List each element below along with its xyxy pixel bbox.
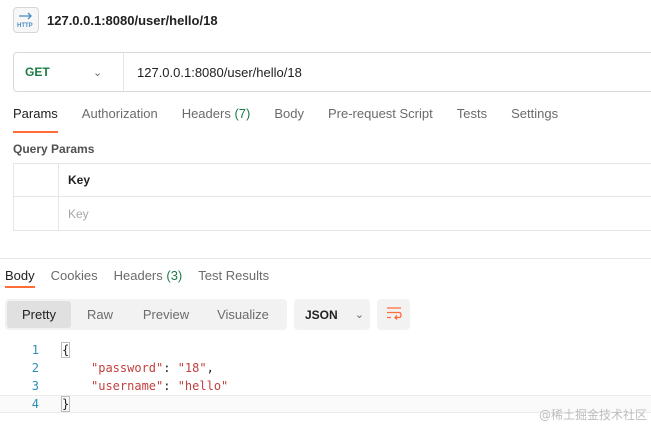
tab-headers-count: (7) — [234, 106, 251, 121]
line-number: 4 — [31, 397, 39, 411]
tab-response-headers-count: (3) — [166, 268, 183, 283]
json-brace: { — [60, 342, 71, 358]
table-row: Key — [14, 197, 651, 230]
tab-response-body[interactable]: Body — [5, 268, 35, 288]
request-tab-title[interactable]: 127.0.0.1:8080/user/hello/18 — [47, 13, 218, 28]
tab-body[interactable]: Body — [274, 106, 304, 130]
svg-text:HTTP: HTTP — [17, 23, 33, 29]
method-label: GET — [25, 65, 50, 79]
key-column-header: Key — [68, 173, 91, 187]
line-number: 1 — [31, 343, 39, 357]
query-params-table: Key Key — [13, 163, 651, 231]
chevron-down-icon: ⌄ — [93, 66, 103, 79]
tab-headers-label: Headers — [181, 106, 231, 121]
checkbox-column-header — [14, 164, 59, 196]
request-tabs: Params Authorization Headers (7) Body Pr… — [13, 106, 582, 133]
url-bar: GET ⌄ 127.0.0.1:8080/user/hello/18 — [13, 52, 651, 92]
tab-authorization[interactable]: Authorization — [82, 106, 158, 130]
tab-pre-request-script[interactable]: Pre-request Script — [328, 106, 433, 130]
view-visualize-button[interactable]: Visualize — [203, 301, 283, 328]
watermark: @稀土掘金技术社区 — [538, 408, 647, 422]
json-brace: } — [60, 396, 71, 412]
code-line: 2 "password": "18", — [0, 359, 651, 377]
request-tab-header: HTTP 127.0.0.1:8080/user/hello/18 — [0, 0, 651, 40]
wrap-lines-button[interactable] — [377, 299, 410, 330]
tab-cookies[interactable]: Cookies — [51, 268, 98, 283]
line-number: 3 — [31, 379, 39, 393]
tab-response-headers[interactable]: Headers (3) — [114, 268, 183, 283]
response-body-editor[interactable]: 1 { 2 "password": "18", 3 "username": "h… — [0, 341, 651, 413]
format-select[interactable]: JSON ⌄ — [294, 299, 370, 330]
tab-tests[interactable]: Tests — [457, 106, 487, 130]
wrap-lines-icon — [386, 306, 402, 323]
json-key: "password" — [91, 361, 164, 375]
code-line: 3 "username": "hello" — [0, 377, 651, 395]
http-icon: HTTP — [13, 7, 39, 33]
view-preview-button[interactable]: Preview — [129, 301, 203, 328]
response-divider — [0, 258, 651, 259]
tab-params[interactable]: Params — [13, 106, 58, 133]
response-tabs: Body Cookies Headers (3) Test Results — [5, 268, 285, 288]
row-checkbox-cell — [14, 197, 59, 230]
chevron-down-icon: ⌄ — [354, 309, 364, 321]
table-header-row: Key — [14, 164, 651, 197]
key-input[interactable]: Key — [59, 197, 89, 230]
method-select[interactable]: GET ⌄ — [14, 53, 124, 91]
json-value: "18" — [177, 361, 207, 375]
view-mode-switcher: Pretty Raw Preview Visualize — [5, 299, 287, 330]
view-pretty-button[interactable]: Pretty — [7, 301, 71, 328]
json-key: "username" — [91, 379, 164, 393]
json-comma: , — [206, 361, 214, 375]
query-params-title: Query Params — [13, 142, 95, 156]
format-label: JSON — [305, 307, 338, 322]
view-raw-button[interactable]: Raw — [71, 301, 129, 328]
line-number: 2 — [31, 361, 39, 375]
json-separator: : — [163, 361, 178, 375]
code-line: 1 { — [0, 341, 651, 359]
tab-test-results[interactable]: Test Results — [198, 268, 269, 283]
json-separator: : — [163, 379, 178, 393]
tab-response-headers-label: Headers — [113, 268, 163, 283]
url-input[interactable]: 127.0.0.1:8080/user/hello/18 — [124, 65, 302, 80]
tab-headers[interactable]: Headers (7) — [182, 106, 251, 130]
json-value: "hello" — [177, 379, 229, 393]
tab-settings[interactable]: Settings — [511, 106, 558, 130]
